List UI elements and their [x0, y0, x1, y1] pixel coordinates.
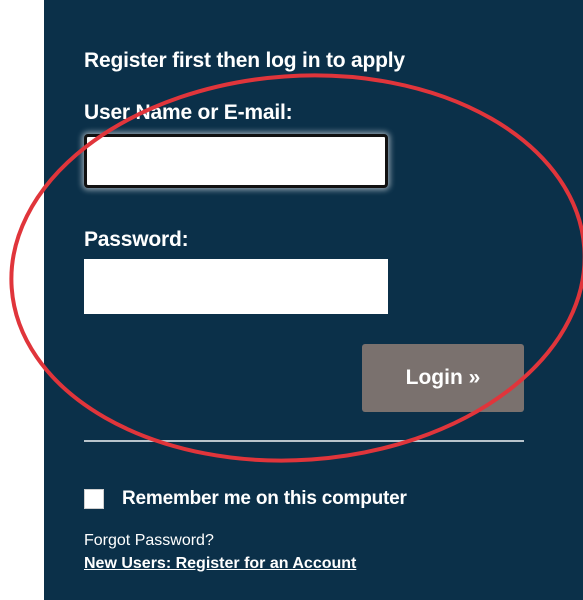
remember-me-checkbox[interactable] [84, 489, 104, 509]
password-label: Password: [84, 228, 189, 251]
register-account-link[interactable]: New Users: Register for an Account [84, 555, 356, 573]
page: Register first then log in to apply User… [0, 0, 583, 600]
forgot-password-link[interactable]: Forgot Password? [84, 532, 214, 550]
remember-me-row[interactable]: Remember me on this computer [84, 488, 407, 510]
username-label: User Name or E-mail: [84, 101, 293, 124]
password-input[interactable] [84, 259, 388, 314]
login-button[interactable]: Login » [362, 344, 524, 412]
login-panel: Register first then log in to apply User… [44, 0, 583, 600]
remember-me-label[interactable]: Remember me on this computer [122, 488, 407, 510]
login-heading: Register first then log in to apply [84, 49, 405, 72]
username-input[interactable] [84, 134, 388, 188]
divider [84, 440, 524, 442]
